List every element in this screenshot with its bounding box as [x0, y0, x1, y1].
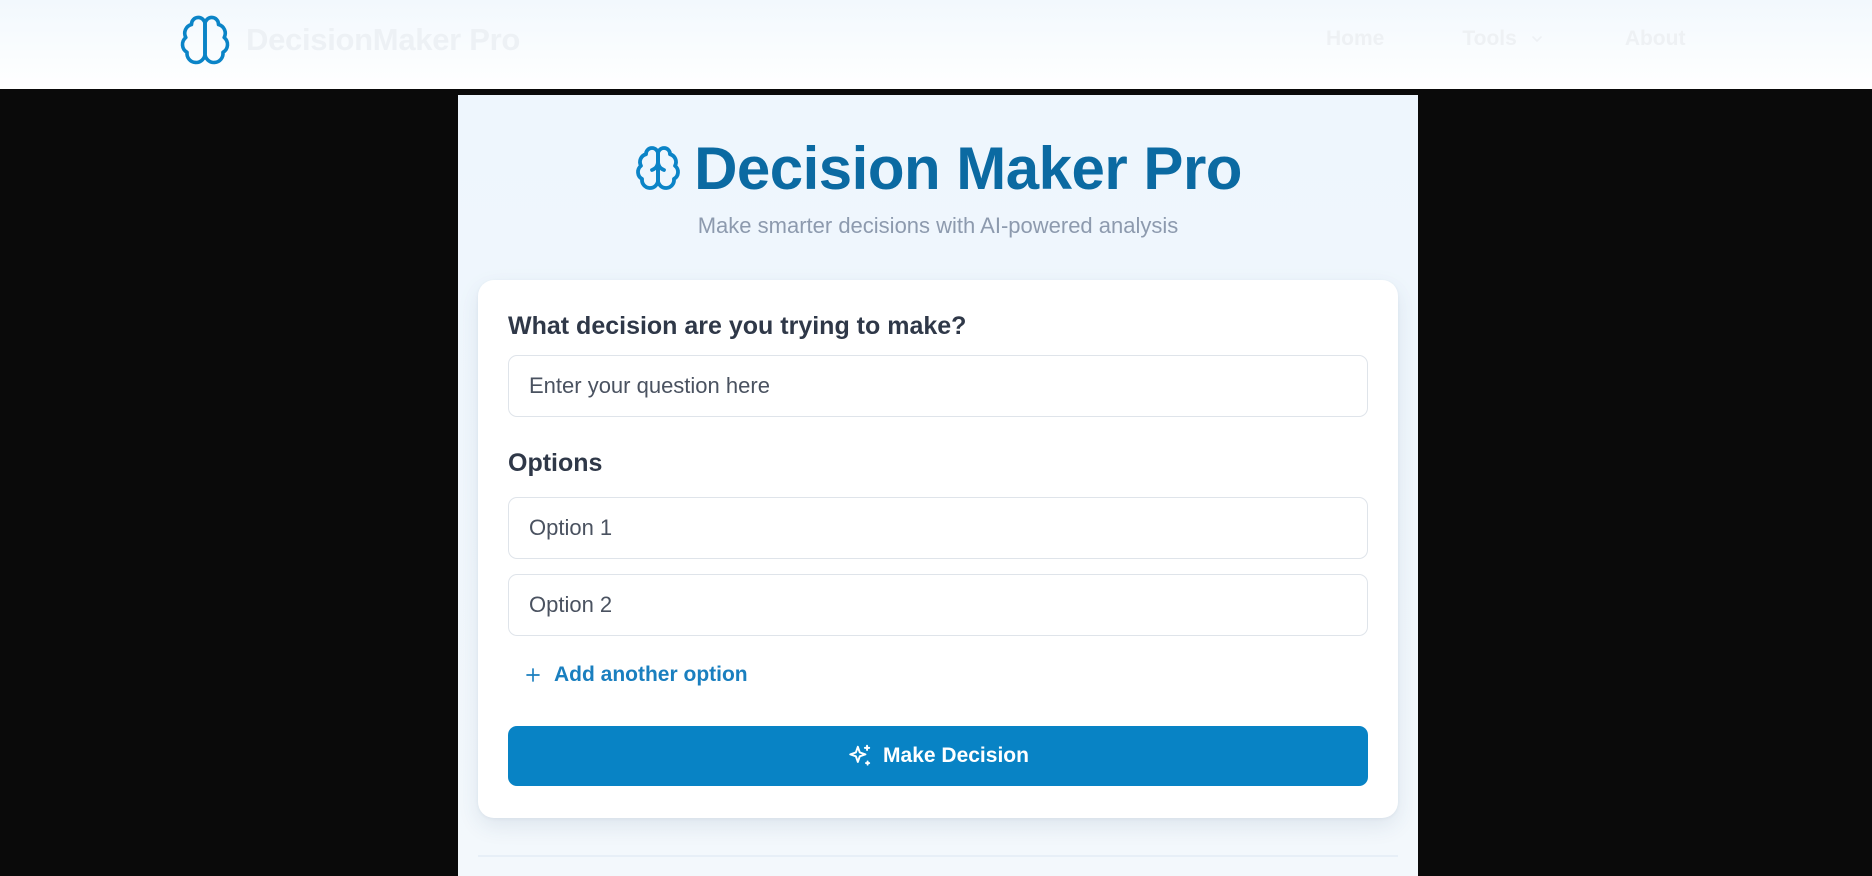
plus-icon [526, 668, 540, 682]
hero-header: Decision Maker Pro Make smarter decision… [458, 133, 1418, 239]
add-option-button[interactable]: Add another option [524, 663, 748, 687]
question-label: What decision are you trying to make? [508, 312, 967, 340]
page-title: Decision Maker Pro [694, 134, 1242, 202]
decision-form-card: What decision are you trying to make? Op… [478, 280, 1398, 818]
brain-icon [636, 146, 680, 190]
nav-link-tools-label: Tools [1462, 27, 1517, 50]
add-option-label: Add another option [554, 663, 748, 686]
nav-link-about[interactable]: About [1625, 27, 1686, 51]
section-divider [478, 855, 1398, 857]
brain-icon [180, 15, 230, 65]
brand-logo-link[interactable]: DecisionMaker Pro [178, 12, 520, 68]
question-input[interactable] [508, 355, 1368, 417]
option-1-input[interactable] [508, 497, 1368, 559]
option-2-input[interactable] [508, 574, 1368, 636]
nav-links: Home Tools About [1326, 26, 1685, 52]
hero-title-row: Decision Maker Pro [634, 133, 1242, 203]
nav-link-tools[interactable]: Tools [1462, 27, 1544, 51]
page-subtitle: Make smarter decisions with AI-powered a… [697, 213, 1179, 238]
chevron-down-icon [1532, 36, 1542, 42]
make-decision-label: Make Decision [883, 744, 1029, 767]
sparkle-icon [849, 744, 871, 766]
brand-name: DecisionMaker Pro [246, 22, 521, 57]
top-navbar: DecisionMaker Pro Home Tools About [0, 0, 1872, 89]
main-panel: Decision Maker Pro Make smarter decision… [458, 95, 1418, 876]
options-label: Options [508, 449, 603, 477]
make-decision-button[interactable]: Make Decision [508, 726, 1368, 786]
nav-link-home[interactable]: Home [1326, 27, 1384, 51]
